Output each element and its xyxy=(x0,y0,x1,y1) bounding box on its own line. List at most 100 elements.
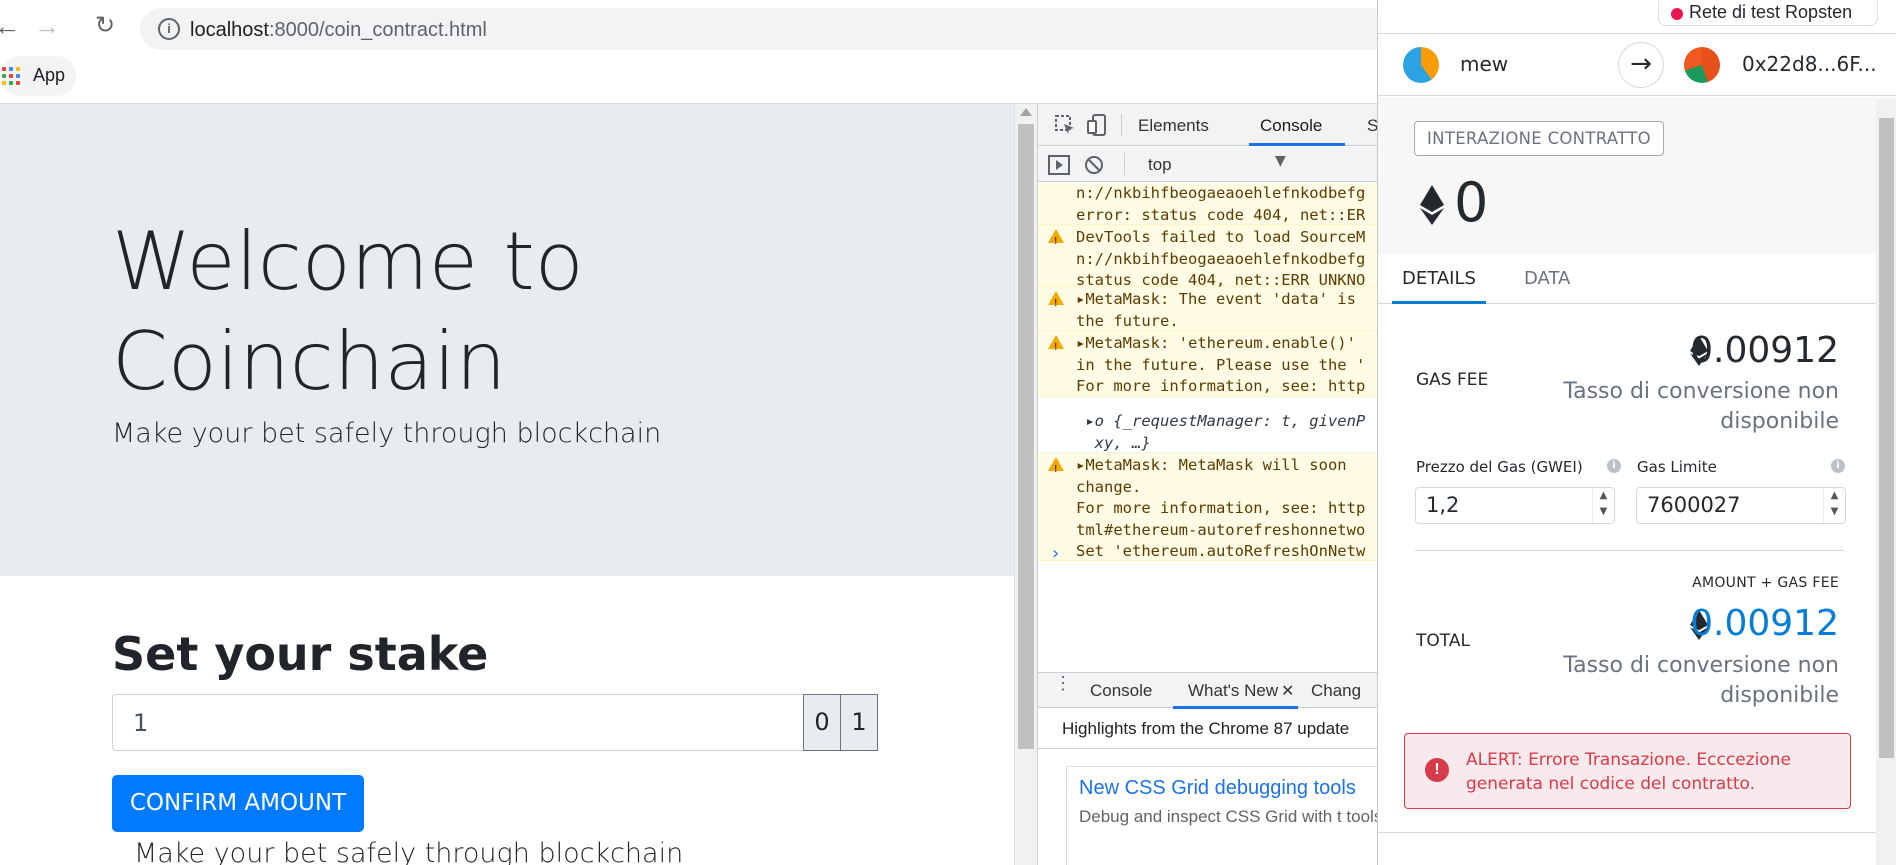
console-warning: n://nkbihfbeogaeaoehlefnkodbefg error: s… xyxy=(1038,183,1377,225)
url-path: :8000/coin_contract.html xyxy=(268,19,487,41)
stepper-icon[interactable]: ▲ ▼ xyxy=(1823,488,1845,523)
show-sidebar-icon[interactable] xyxy=(1048,155,1070,175)
transaction-summary: INTERAZIONE CONTRATTO 0 xyxy=(1378,97,1896,254)
details-tabs: DETAILS DATA xyxy=(1378,254,1896,304)
tab-elements[interactable]: Elements xyxy=(1138,116,1209,136)
page-lead: Make your bet safely through blockchain xyxy=(112,418,662,449)
toolbar-divider xyxy=(1121,114,1122,136)
apps-bookmark[interactable]: App xyxy=(0,56,76,96)
section-divider xyxy=(1415,550,1844,551)
warning-icon xyxy=(1048,457,1064,481)
tab-details[interactable]: DETAILS xyxy=(1402,268,1476,289)
warning-icon xyxy=(1048,229,1064,253)
console-warning[interactable]: ▸MetaMask: MetaMask will soon change. Fo… xyxy=(1038,453,1377,561)
stake-input-value: 1 xyxy=(133,709,149,737)
inspect-element-icon[interactable] xyxy=(1054,114,1076,136)
news-title-link[interactable]: New CSS Grid debugging tools xyxy=(1079,777,1356,800)
popup-divider xyxy=(1378,832,1896,833)
tab-console[interactable]: Console xyxy=(1260,116,1322,136)
network-selector[interactable]: Rete di test Ropsten xyxy=(1658,0,1878,26)
warning-icon xyxy=(1048,291,1064,315)
from-account-name: mew xyxy=(1460,52,1509,76)
tab-sources[interactable]: Sc xyxy=(1367,116,1377,136)
whats-new-heading: Highlights from the Chrome 87 update xyxy=(1038,709,1377,749)
close-icon[interactable]: ✕ xyxy=(1281,681,1294,701)
site-info-icon[interactable]: i xyxy=(158,18,180,40)
drawer-tab-whats-new[interactable]: What's New xyxy=(1188,681,1278,701)
active-tab-indicator xyxy=(1249,143,1345,146)
network-name: Rete di test Ropsten xyxy=(1689,2,1853,22)
clear-console-icon[interactable] xyxy=(1084,155,1104,175)
more-tools-icon[interactable]: ⋮ xyxy=(1054,674,1072,692)
console-prompt[interactable]: › xyxy=(1050,543,1061,564)
news-description: Debug and inspect CSS Grid with t tools. xyxy=(1079,807,1377,826)
amount-gas-label: AMOUNT + GAS FEE xyxy=(1692,575,1839,591)
to-account-address[interactable]: 0x22d8...6F... xyxy=(1742,52,1877,76)
console-message-text: DevTools failed to load SourceM n://nkbi… xyxy=(1076,228,1366,289)
gas-fee-value: 0.00912 xyxy=(1690,330,1839,371)
gas-fee-label: GAS FEE xyxy=(1416,370,1489,390)
page-footer-lead: Make your bet safely through blockchain xyxy=(134,838,684,865)
apps-label: App xyxy=(33,65,66,85)
jumbotron: Welcome to Coinchain Make your bet safel… xyxy=(0,104,1015,576)
console-message-text: ▸MetaMask: MetaMask will soon change. Fo… xyxy=(1076,456,1366,560)
news-card[interactable]: New CSS Grid debugging tools Debug and i… xyxy=(1066,766,1377,865)
console-toolbar: top ▼ xyxy=(1038,147,1377,182)
page-scrollbar[interactable] xyxy=(1014,104,1037,865)
total-label: TOTAL xyxy=(1416,631,1470,651)
context-selector[interactable]: top xyxy=(1148,155,1172,175)
confirm-amount-button[interactable]: CONFIRM AMOUNT xyxy=(112,775,364,832)
action-badge: INTERAZIONE CONTRATTO xyxy=(1414,121,1664,156)
stake-option-1-button[interactable]: 1 xyxy=(840,694,878,751)
gas-fee-conversion: Tasso di conversione non disponibile xyxy=(1563,379,1839,434)
scroll-up-icon[interactable] xyxy=(1020,108,1032,116)
url-host: localhost xyxy=(190,19,269,41)
gas-price-input[interactable]: 1,2 ▲ ▼ xyxy=(1415,487,1615,524)
account-header: mew → 0x22d8...6F... xyxy=(1378,34,1896,96)
toolbar-divider xyxy=(1124,153,1125,175)
gas-limit-input[interactable]: 7600027 ▲ ▼ xyxy=(1636,487,1846,524)
active-tab-indicator xyxy=(1392,301,1486,304)
alert-text: ALERT: Errore Transazione. Ecccezione ge… xyxy=(1466,750,1791,794)
forward-icon[interactable]: → xyxy=(32,12,62,42)
metamask-popup: Rete di test Ropsten mew → 0x22d8...6F..… xyxy=(1377,0,1896,865)
popup-scrollbar-thumb[interactable] xyxy=(1879,118,1894,758)
total-value: 0.00912 xyxy=(1690,603,1839,644)
error-alert: ! ALERT: Errore Transazione. Ecccezione … xyxy=(1404,733,1851,809)
warning-icon xyxy=(1048,335,1064,359)
back-icon[interactable]: ← xyxy=(0,12,22,42)
console-message-text: ▸MetaMask: The event 'data' is the futur… xyxy=(1076,290,1356,330)
total-conversion: Tasso di conversione non disponibile xyxy=(1563,653,1839,708)
page-title: Welcome to Coinchain xyxy=(112,215,584,408)
device-toolbar-icon[interactable] xyxy=(1086,113,1108,137)
console-warning[interactable]: ▸MetaMask: The event 'data' is the futur… xyxy=(1038,287,1377,331)
stake-input[interactable]: 1 xyxy=(112,694,804,751)
page-content: Welcome to Coinchain Make your bet safel… xyxy=(0,104,1015,865)
devtools-tabbar: Elements Console Sc xyxy=(1038,104,1377,146)
from-account-avatar xyxy=(1403,47,1439,83)
console-warning[interactable]: ▸MetaMask: 'ethereum.enable()' in the fu… xyxy=(1038,331,1377,397)
apps-grid-icon xyxy=(2,67,20,85)
context-dropdown-icon[interactable]: ▼ xyxy=(1275,153,1286,169)
stake-option-0-button[interactable]: 0 xyxy=(803,694,841,751)
gas-limit-label: Gas Limite xyxy=(1637,458,1717,476)
tab-data[interactable]: DATA xyxy=(1524,268,1570,289)
console-message-text: ▸MetaMask: 'ethereum.enable()' in the fu… xyxy=(1076,334,1366,395)
devtools-panel: Elements Console Sc top ▼ n://nkbihfbeog… xyxy=(1037,104,1377,865)
drawer-tab-changes[interactable]: Chang xyxy=(1311,681,1361,701)
drawer-tabbar: ⋮ Console What's New ✕ Chang xyxy=(1038,672,1377,709)
transaction-amount: 0 xyxy=(1454,171,1489,234)
stepper-icon[interactable]: ▲ ▼ xyxy=(1592,488,1614,523)
stake-heading: Set your stake xyxy=(112,627,489,681)
drawer-tab-console[interactable]: Console xyxy=(1090,681,1152,701)
console-log-object[interactable]: ▸o {_requestManager: t, givenP xy, …} xyxy=(1038,397,1377,453)
console-message-text: ▸o {_requestManager: t, givenP xy, …} xyxy=(1085,412,1366,452)
address-bar[interactable]: i localhost:8000/coin_contract.html xyxy=(140,8,1390,50)
info-icon[interactable]: i xyxy=(1831,459,1845,473)
gas-price-value: 1,2 xyxy=(1426,493,1460,517)
reload-icon[interactable]: ↻ xyxy=(90,12,120,42)
info-icon[interactable]: i xyxy=(1607,459,1621,473)
page-scrollbar-thumb[interactable] xyxy=(1018,124,1034,749)
popup-scrollbar[interactable] xyxy=(1876,100,1896,865)
console-messages: n://nkbihfbeogaeaoehlefnkodbefg error: s… xyxy=(1038,183,1377,723)
